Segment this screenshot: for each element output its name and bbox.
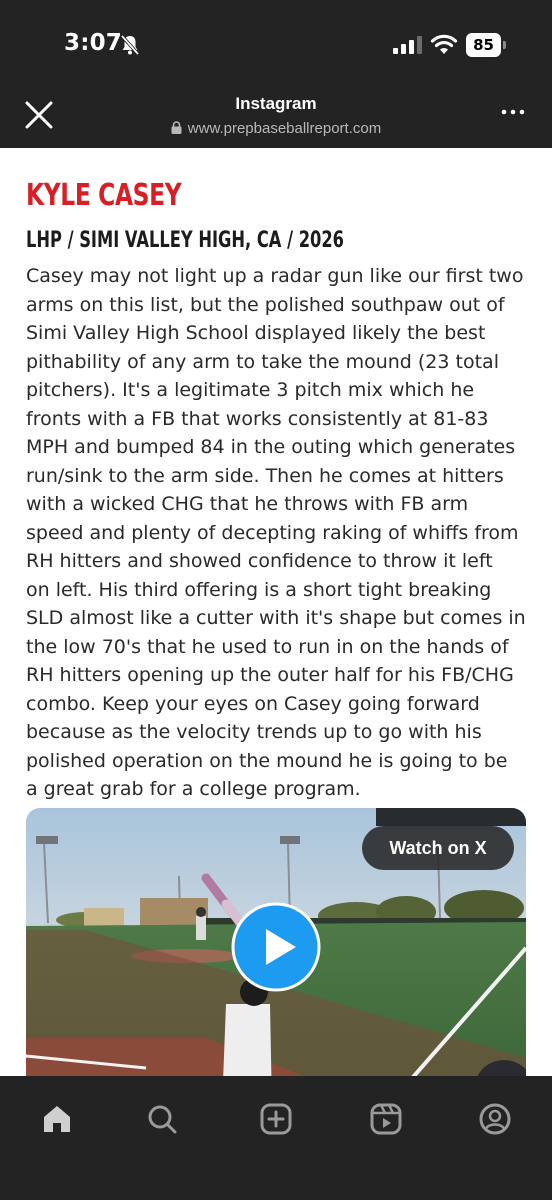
body-line: pithability of any arm to take the mound… <box>26 350 499 373</box>
status-time: 3:07 <box>64 30 123 56</box>
battery-cap <box>503 41 506 49</box>
body-line: RH hitters opening up the outer half for… <box>26 664 514 686</box>
wifi-icon <box>430 34 458 54</box>
body-line: fronts with a FB that works consistently… <box>26 407 489 430</box>
body-line: arms on this list, but the polished sout… <box>26 293 505 316</box>
article: KYLE CASEY LHP / SIMI VALLEY HIGH, CA / … <box>0 148 552 1076</box>
lock-icon <box>171 121 182 134</box>
browser-title: Instagram <box>235 94 317 113</box>
body-line: run/sink to the arm side. Then he comes … <box>26 464 504 487</box>
profile-icon[interactable] <box>478 1102 512 1136</box>
body-line: polished operation on the mound he is go… <box>26 749 508 772</box>
battery-icon: 85 <box>466 33 506 57</box>
url-row: www.prepbaseballreport.com <box>0 120 552 137</box>
body-line: with a wicked CHG that he throws with FB… <box>26 493 469 515</box>
create-icon[interactable] <box>259 1102 293 1136</box>
body-line: Simi Valley High School displayed likely… <box>26 322 486 344</box>
battery-level: 85 <box>473 36 494 54</box>
more-icon[interactable] <box>500 102 526 122</box>
search-icon[interactable] <box>145 1102 179 1136</box>
body-line: combo. Keep your eyes on Casey going for… <box>26 692 480 715</box>
signal-icon <box>393 36 422 54</box>
home-icon[interactable] <box>40 1102 74 1136</box>
reels-icon[interactable] <box>369 1102 403 1136</box>
player-name: KYLE CASEY <box>26 178 182 213</box>
url-text: www.prepbaseballreport.com <box>187 120 382 137</box>
body-line: the low 70's that he used to run in on t… <box>26 635 509 658</box>
body-line: RH hitters and showed confidence to thro… <box>26 550 493 572</box>
article-body: Casey may not light up a radar gun like … <box>26 262 526 804</box>
body-line: on left. His third offering is a short t… <box>26 578 492 601</box>
body-line: because as the velocity trends up to go … <box>26 721 482 743</box>
player-subtitle: LHP / SIMI VALLEY HIGH, CA / 2026 <box>26 228 345 253</box>
body-line: speed and plenty of decepting raking of … <box>26 521 519 544</box>
play-icon[interactable] <box>231 902 321 992</box>
status-bar: 3:07 85 <box>0 0 552 88</box>
browser-header: Instagram www.prepbaseballreport.com <box>0 88 552 148</box>
body-line: MPH and bumped 84 in the outing which ge… <box>26 436 516 458</box>
video-player[interactable]: Watch on X <box>26 808 526 1076</box>
body-line: SLD almost like a cutter with it's shape… <box>26 607 526 629</box>
body-line: pitchers). It's a legitimate 3 pitch mix… <box>26 379 475 401</box>
body-line: Casey may not light up a radar gun like … <box>26 265 524 287</box>
body-line: a great grab for a college program. <box>26 778 361 800</box>
bottom-nav <box>0 1076 552 1200</box>
bell-slash-icon <box>120 34 140 56</box>
watch-on-x-button[interactable]: Watch on X <box>362 826 514 870</box>
